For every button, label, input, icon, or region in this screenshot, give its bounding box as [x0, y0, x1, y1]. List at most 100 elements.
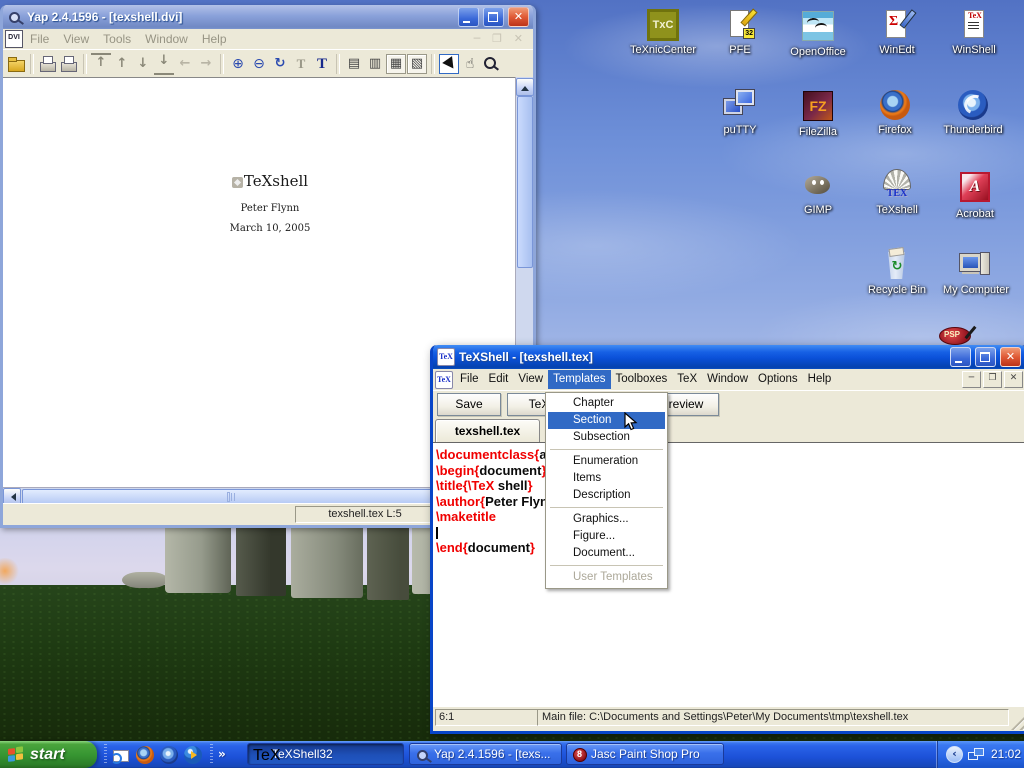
template-item-subsection[interactable]: Subsection [548, 429, 665, 446]
desktop-icon-winshell[interactable]: TeXWinShell [936, 8, 1012, 56]
desktop-icon-recyclebin[interactable]: ↻Recycle Bin [859, 248, 935, 296]
quicklaunch-firefox-icon[interactable] [136, 746, 154, 764]
yap-maximize-button[interactable] [483, 7, 504, 27]
template-item-chapter[interactable]: Chapter [548, 395, 665, 412]
yap-tool-print-preview[interactable] [59, 54, 79, 74]
menu-options[interactable]: Options [753, 370, 803, 389]
tab-texshell-tex[interactable]: texshell.tex [435, 419, 540, 442]
yap-tool-forward[interactable]: → [196, 54, 216, 74]
yap-tool-continuous-facing[interactable]: ▧ [407, 54, 427, 74]
pfe-icon: 32 [723, 8, 757, 42]
yap-menu-tools[interactable]: Tools [96, 29, 138, 49]
desktop-icon-texshell[interactable]: TEXTeXshell [859, 168, 935, 216]
quicklaunch-outlook-express-icon[interactable] [112, 746, 130, 764]
yap-tool-last-page[interactable]: ↓ [154, 53, 174, 75]
yap-tool-continuous[interactable]: ▦ [386, 54, 406, 74]
task-label: Yap 2.4.1596 - [texs... [434, 744, 551, 764]
menu-templates[interactable]: Templates [548, 370, 610, 389]
menu-view[interactable]: View [513, 370, 548, 389]
yap-tool-prev-page[interactable]: ↑ [112, 54, 132, 74]
texshell-minimize-button[interactable] [950, 347, 971, 367]
mdi-minimize-button[interactable]: ─ [962, 371, 981, 388]
save-button[interactable]: Save [437, 393, 501, 416]
template-item-items[interactable]: Items [548, 470, 665, 487]
desktop-icon-label: Firefox [878, 124, 912, 136]
network-icon[interactable] [968, 747, 986, 763]
desktop-icon-pfe[interactable]: 32PFE [702, 8, 778, 56]
quicklaunch-handle[interactable] [104, 744, 107, 765]
scroll-up-button[interactable] [516, 78, 534, 96]
desktop-icon-label: WinEdt [879, 44, 914, 56]
quicklaunch-handle[interactable] [210, 744, 213, 765]
yap-tool-select[interactable] [439, 54, 459, 74]
mdi-restore-button[interactable]: ❐ [983, 371, 1002, 388]
menu-edit[interactable]: Edit [484, 370, 514, 389]
yap-minimize-button[interactable] [458, 7, 479, 27]
desktop-icon-filezilla[interactable]: FZFileZilla [780, 88, 856, 138]
desktop-icon-mycomputer[interactable]: My Computer [938, 248, 1014, 296]
dvi-document-icon[interactable]: DVI [5, 30, 23, 48]
desktop-icon-putty[interactable]: ⚡puTTY [702, 88, 778, 136]
yap-tool-first-page[interactable]: ↑ [91, 53, 111, 75]
texshell-icon: TEX [880, 168, 914, 202]
template-item-user-templates[interactable]: User Templates [548, 569, 665, 586]
quicklaunch-overflow-chevron[interactable]: » [218, 741, 226, 768]
yap-tool-open[interactable] [6, 54, 26, 74]
task-yap-2-4-1596-texs[interactable]: Yap 2.4.1596 - [texs... [409, 743, 562, 765]
texshell-mdi-icon[interactable]: TeX [435, 371, 453, 389]
toolbar-separator [336, 54, 340, 74]
menu-toolboxes[interactable]: Toolboxes [611, 370, 673, 389]
desktop-icon-firefox[interactable]: Firefox [857, 88, 933, 136]
vertical-scroll-thumb[interactable] [517, 96, 533, 268]
menu-file[interactable]: File [455, 370, 484, 389]
yap-menu-help[interactable]: Help [195, 29, 234, 49]
toolbar-separator [220, 54, 224, 74]
yap-menu-view[interactable]: View [56, 29, 96, 49]
desktop-icon-thunderbird[interactable]: Thunderbird [935, 88, 1011, 136]
latex-editor[interactable]: \documentclass{article}\begin{document}\… [433, 442, 1024, 706]
desktop-icon-texniccenter[interactable]: TxCTeXnicCenter [625, 8, 701, 56]
desktop-icon-gimp[interactable]: GIMP [780, 168, 856, 216]
yap-tool-ruler[interactable]: T [291, 54, 311, 74]
resize-grip[interactable] [1011, 717, 1024, 730]
desktop-icon-acrobat[interactable]: AAcrobat [937, 168, 1013, 220]
template-item-graphics[interactable]: Graphics... [548, 511, 665, 528]
yap-tool-print[interactable] [38, 54, 58, 74]
yap-app-icon[interactable] [7, 9, 23, 25]
tray-collapse-chevron[interactable]: ‹ [946, 746, 963, 763]
task-texshell32[interactable]: TeXTeXShell32 [247, 743, 404, 765]
yap-tool-hand[interactable]: ☝ [460, 54, 480, 74]
mdi-close-button[interactable]: ✕ [1004, 371, 1023, 388]
yap-tool-facing-pages[interactable]: ▥ [365, 54, 385, 74]
yap-tool-refresh[interactable]: ↻ [270, 54, 290, 74]
menu-tex[interactable]: TeX [672, 370, 702, 389]
task-jasc-paint-shop-pro[interactable]: 8Jasc Paint Shop Pro [566, 743, 724, 765]
template-item-document[interactable]: Document... [548, 545, 665, 562]
template-item-figure[interactable]: Figure... [548, 528, 665, 545]
yap-tool-back[interactable]: ← [175, 54, 195, 74]
template-item-section[interactable]: Section [548, 412, 665, 429]
yap-close-button[interactable] [508, 7, 529, 27]
yap-tool-single-page[interactable]: ▤ [344, 54, 364, 74]
quicklaunch-windows-media-player-icon[interactable] [184, 746, 202, 764]
start-button[interactable]: start [0, 741, 97, 768]
yap-tool-magnifier[interactable] [481, 54, 501, 74]
menu-help[interactable]: Help [803, 370, 837, 389]
desktop-icon-winedt[interactable]: ΣWinEdt [859, 8, 935, 56]
quicklaunch-thunderbird-icon[interactable] [160, 746, 178, 764]
desktop-icon-openoffice[interactable]: OpenOffice [780, 8, 856, 58]
template-item-enumeration[interactable]: Enumeration [548, 453, 665, 470]
yap-menu-window[interactable]: Window [138, 29, 195, 49]
template-item-description[interactable]: Description [548, 487, 665, 504]
yap-tool-next-page[interactable]: ↓ [133, 54, 153, 74]
texshell-maximize-button[interactable] [975, 347, 996, 367]
texshell-app-icon[interactable]: TeX [437, 348, 455, 366]
menu-window[interactable]: Window [702, 370, 753, 389]
yap-tool-text[interactable]: T [312, 54, 332, 74]
yap-menu-file[interactable]: File [23, 29, 56, 49]
yap-tool-zoom-out[interactable]: ⊖ [249, 54, 269, 74]
texshell-close-button[interactable] [1000, 347, 1021, 367]
taskbar: start » TeXTeXShell32 Yap 2.4.1596 - [tex… [0, 741, 1024, 768]
texshell-window-title: TeXShell - [texshell.tex] [459, 345, 946, 369]
yap-tool-zoom-in[interactable]: ⊕ [228, 54, 248, 74]
